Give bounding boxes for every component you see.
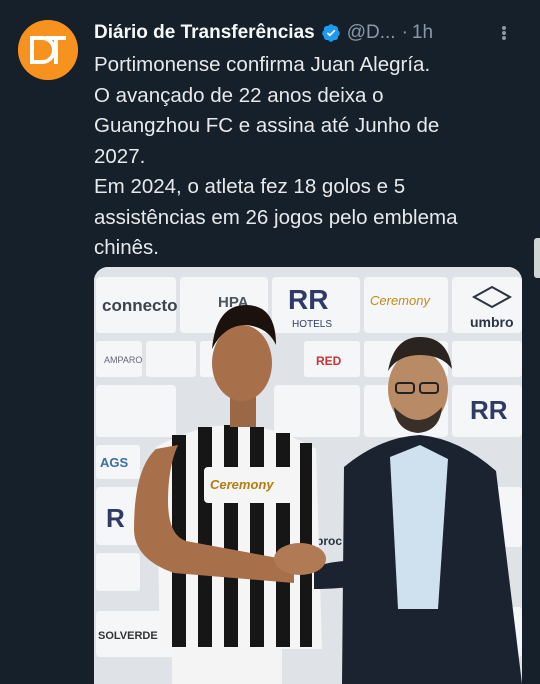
tweet[interactable]: Diário de Transferências @D... · 1h Port… [0, 0, 540, 684]
tweet-timestamp[interactable]: 1h [412, 22, 433, 44]
tweet-text-line: Em 2024, o atleta fez 18 golos e 5 [94, 175, 406, 198]
tweet-text-line: Guangzhou FC e assina até Junho de [94, 114, 440, 137]
svg-text:R: R [106, 503, 125, 533]
backdrop-brand: connecto [102, 296, 178, 315]
more-options-icon[interactable] [494, 22, 514, 44]
backdrop-brand: RED [316, 354, 342, 368]
author-name[interactable]: Diário de Transferências [94, 22, 315, 44]
handshake [274, 543, 326, 575]
tweet-text-line: 2027. [94, 144, 146, 168]
author-avatar[interactable] [18, 20, 78, 80]
backdrop-brand: AGS [100, 455, 129, 470]
backdrop-brand: AMPARO [104, 355, 142, 365]
backdrop-brand: umbro [470, 314, 514, 330]
author-handle[interactable]: @D... [347, 22, 396, 44]
tweet-text-line: O avançado de 22 anos deixa o [94, 83, 384, 107]
photo-image: connecto HPA RR HOTELS Ceremony umbro AM… [94, 267, 522, 684]
backdrop-brand: HOTELS [292, 319, 332, 330]
dt-logo-icon [18, 20, 78, 80]
separator-dot: · [401, 22, 408, 43]
backdrop-brand: SOLVERDE [98, 630, 158, 642]
tweet-text: Portimonense confirma Juan Alegría. O av… [94, 50, 519, 264]
tweet-text-line: assistências em 26 jogos pelo emblema [94, 205, 458, 229]
scrollbar-handle[interactable] [534, 238, 540, 278]
backdrop-brand: RR [288, 284, 328, 315]
backdrop-brand: proc [316, 534, 342, 548]
verified-badge-icon [321, 23, 341, 43]
tweet-text-line: Portimonense confirma Juan Alegría. [94, 53, 431, 76]
tweet-photo[interactable]: connecto HPA RR HOTELS Ceremony umbro AM… [94, 267, 522, 684]
tweet-header: Diário de Transferências @D... · 1h [94, 18, 528, 48]
tweet-text-line: chinês. [94, 236, 159, 259]
shirt-sponsor: Ceremony [210, 477, 274, 492]
backdrop-brand: Ceremony [370, 293, 431, 308]
svg-text:RR: RR [470, 395, 508, 425]
